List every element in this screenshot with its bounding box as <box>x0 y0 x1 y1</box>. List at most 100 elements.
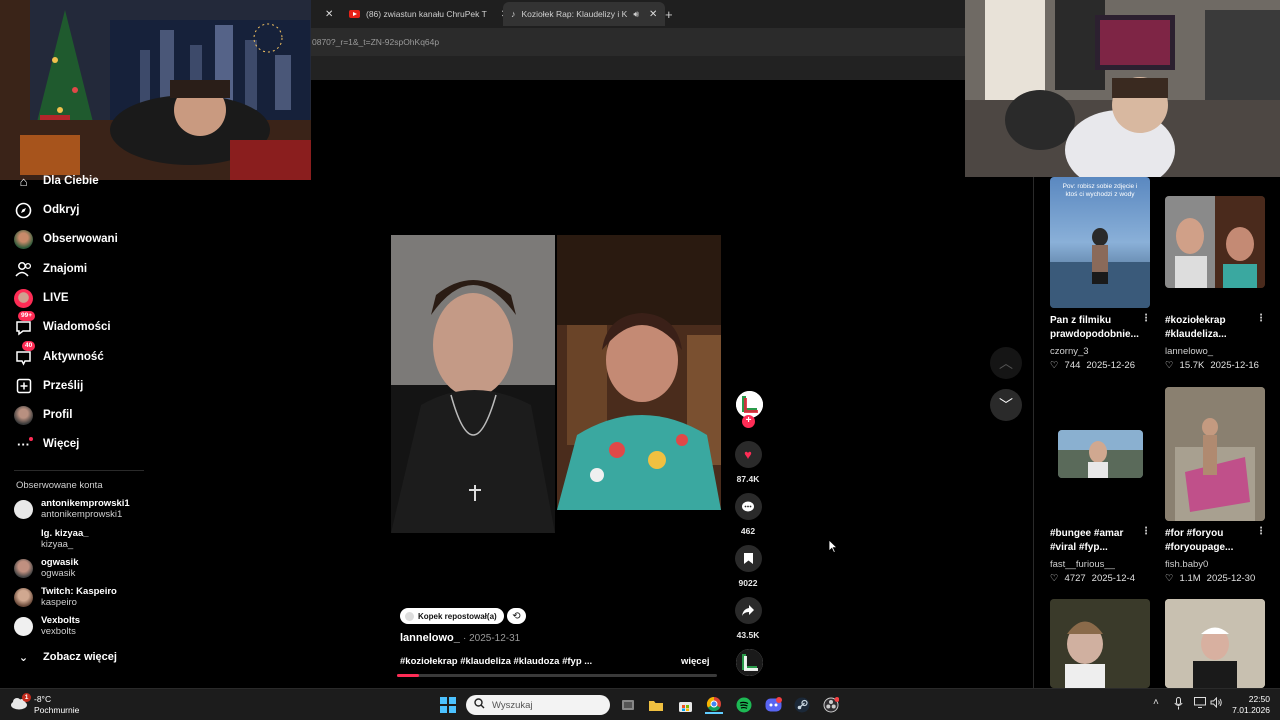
clock[interactable]: 22:50 7.01.2026 <box>1228 694 1270 716</box>
sidebar-item-live[interactable]: LIVE <box>14 287 69 309</box>
new-tab-icon[interactable]: + <box>665 4 673 24</box>
sidebar-item-friends[interactable]: Znajomi <box>14 258 87 280</box>
browser-tab-bar: ✕ (86) zwiastun kanału ChruPek T ✕ ♪ Koz… <box>311 0 965 28</box>
share-button[interactable]: 43.5K <box>733 597 763 640</box>
video-thumbnail[interactable] <box>1165 196 1265 288</box>
tab-close-icon[interactable]: ✕ <box>325 4 333 24</box>
video-author[interactable]: lannelowo_ · 2025-12-31 <box>400 632 520 644</box>
sidebar-item-profile[interactable]: Profil <box>14 404 72 426</box>
save-button[interactable]: 9022 <box>733 545 763 588</box>
follow-plus-icon[interactable]: + <box>742 415 755 428</box>
sidebar-item-more[interactable]: ··· Więcej <box>14 433 79 455</box>
followed-account[interactable]: Vexbolts vexbolts <box>14 613 80 639</box>
sidebar-item-label: Prześlij <box>43 380 84 392</box>
sidebar-item-upload[interactable]: Prześlij <box>14 375 83 397</box>
progress-fill <box>397 674 420 677</box>
video-thumbnail[interactable] <box>1165 599 1265 688</box>
followed-account[interactable]: Twitch: Kaspeiro kaspeiro <box>14 584 117 610</box>
activity-icon: 40 <box>14 340 36 367</box>
followed-account[interactable]: Ig. kizyaa_ kizyaa_ <box>14 526 89 552</box>
video-thumbnail[interactable]: Pov: robisz sobie zdjęcie i ktoś ci wych… <box>1050 177 1150 308</box>
steam-icon[interactable] <box>793 696 811 714</box>
network-icon[interactable] <box>1194 697 1206 711</box>
file-explorer-icon[interactable] <box>647 696 665 714</box>
more-options-icon[interactable]: ⋮ <box>1256 526 1266 537</box>
comment-count: 462 <box>740 526 756 536</box>
like-button[interactable]: ♥ 87.4K <box>733 441 763 484</box>
speaker-icon[interactable]: 🔊︎ <box>633 9 639 20</box>
like-count: 1.1M <box>1179 573 1201 584</box>
chevron-up-icon[interactable]: ˄ <box>1153 697 1159 708</box>
tab-youtube[interactable]: (86) zwiastun kanału ChruPek T ✕ <box>349 4 509 24</box>
messages-badge: 99+ <box>18 310 36 321</box>
sidebar-item-label: Dla Ciebie <box>43 175 99 187</box>
tab-label: (86) zwiastun kanału ChruPek T <box>366 9 487 19</box>
avatar <box>14 499 33 519</box>
repost-label: Kopek repostował(a) <box>418 611 497 621</box>
more-options-icon[interactable]: ⋮ <box>1141 313 1151 324</box>
more-options-icon[interactable]: ⋮ <box>1141 526 1151 537</box>
heart-outline-icon: ♡ <box>1165 573 1174 584</box>
discord-icon[interactable] <box>764 696 782 714</box>
video-date: 2025-12-16 <box>1210 360 1259 371</box>
video-date: 2025-12-4 <box>1091 573 1135 584</box>
video-author[interactable]: czorny_3 <box>1050 346 1089 357</box>
store-icon[interactable] <box>676 696 694 714</box>
weather-condition: Pochmurnie <box>34 705 80 715</box>
speaker-icon[interactable] <box>1210 696 1223 711</box>
video-date: · 2025-12-31 <box>462 633 521 644</box>
author-name: lannelowo_ <box>400 632 460 644</box>
chrome-icon[interactable] <box>705 696 723 714</box>
video-date: 2025-12-30 <box>1206 573 1256 584</box>
comment-button[interactable]: 462 <box>733 493 763 536</box>
video-thumbnail[interactable] <box>1050 599 1150 688</box>
sidebar-item-following[interactable]: Obserwowani <box>14 228 118 250</box>
video-thumbnail[interactable] <box>1058 430 1143 478</box>
account-username: kizyaa_ <box>41 539 74 550</box>
video-title[interactable]: #koziołekrap #klaudeliza... <box>1165 314 1257 342</box>
video-author[interactable]: fish.baby0 <box>1165 559 1208 570</box>
sidebar: ⌂ Dla Ciebie Odkryj Obserwowani Znajomi … <box>0 174 150 688</box>
sound-avatar[interactable] <box>736 649 763 676</box>
creator-avatar[interactable] <box>736 391 763 418</box>
previous-video-button[interactable]: ︿ <box>990 347 1022 379</box>
address-bar[interactable]: 0870?_r=1&_t=ZN-92spOhKq64p <box>311 28 965 56</box>
avatar <box>14 530 33 549</box>
weather-widget[interactable]: -8°C Pochmurnie <box>34 694 79 716</box>
spotify-icon[interactable] <box>735 696 753 714</box>
microphone-icon[interactable] <box>1174 697 1183 713</box>
video-caption[interactable]: #koziołekrap #klaudeliza #klaudoza #fyp … <box>400 656 592 667</box>
video-author[interactable]: lannelowo_ <box>1165 346 1213 357</box>
video-title[interactable]: Pan z filmiku prawdopodobnie... <box>1050 314 1142 342</box>
see-more-button[interactable]: ⌄ Zobacz więcej <box>14 646 117 668</box>
taskbar-search[interactable]: Wyszukaj <box>466 695 610 715</box>
tab-tiktok[interactable]: ♪ Koziołek Rap: Klaudelizy i K 🔊︎ ✕ <box>503 2 666 26</box>
task-view-icon[interactable] <box>619 696 637 714</box>
sidebar-item-for-you[interactable]: ⌂ Dla Ciebie <box>14 170 99 192</box>
temperature: -8°C <box>34 694 52 704</box>
next-video-button[interactable]: ﹀ <box>990 389 1022 421</box>
followed-account[interactable]: ogwasik ogwasik <box>14 555 79 581</box>
video-author[interactable]: fast__furious__ <box>1050 559 1115 570</box>
sidebar-item-activity[interactable]: 40 Aktywność <box>14 340 104 368</box>
sidebar-item-messages[interactable]: 99+ Wiadomości <box>14 310 111 338</box>
more-options-icon[interactable]: ⋮ <box>1256 313 1266 324</box>
video-title[interactable]: #for #foryou #foryoupage... <box>1165 527 1257 555</box>
sidebar-item-label: Aktywność <box>43 351 104 363</box>
repost-chip[interactable]: Kopek repostował(a) <box>400 608 504 624</box>
search-icon <box>474 698 485 712</box>
sidebar-item-label: Znajomi <box>43 263 88 275</box>
video-thumbnail[interactable] <box>1165 387 1265 521</box>
video-player[interactable] <box>391 235 721 533</box>
followed-account[interactable]: antonikemprowski1 antonikemprowski1 <box>14 496 130 522</box>
progress-bar[interactable] <box>397 674 717 677</box>
sidebar-item-explore[interactable]: Odkryj <box>14 199 79 221</box>
start-button[interactable] <box>440 697 456 713</box>
video-title[interactable]: #bungee #amar #viral #fyp... <box>1050 527 1142 555</box>
obs-icon[interactable] <box>822 696 840 714</box>
more-link[interactable]: więcej <box>681 656 710 667</box>
close-icon[interactable]: ✕ <box>649 9 657 20</box>
repost-icon[interactable]: ⟲ <box>507 608 526 624</box>
account-name: ogwasik <box>41 557 79 568</box>
avatar <box>14 616 33 636</box>
